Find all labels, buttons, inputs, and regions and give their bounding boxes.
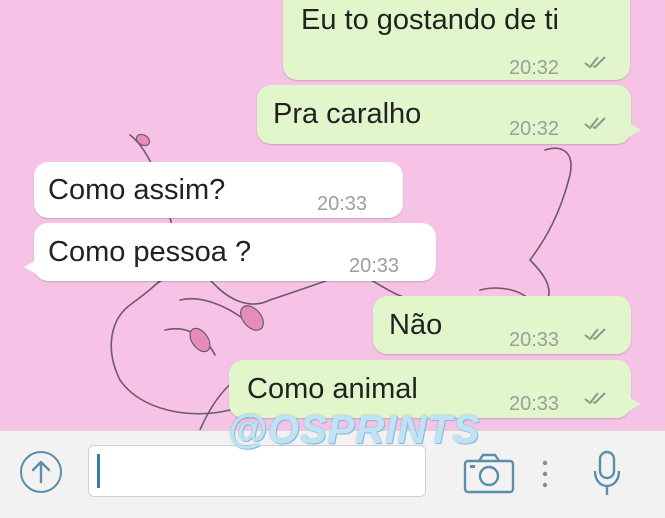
upload-button[interactable] — [20, 451, 62, 493]
bubble-tail — [627, 396, 641, 412]
message-text: Como assim? — [48, 174, 226, 206]
message-timestamp: 20:33 — [509, 393, 560, 415]
message-text: Não — [389, 309, 443, 341]
message-bubble-outgoing[interactable]: Pra caralho 20:32 — [257, 85, 641, 144]
message-timestamp: 20:32 — [509, 57, 560, 79]
message-bubble-incoming[interactable]: Como assim? 20:33 — [34, 162, 403, 218]
message-text: Pra caralho — [273, 98, 422, 130]
microphone-icon[interactable] — [592, 449, 622, 499]
message-timestamp: 20:33 — [317, 193, 368, 215]
read-receipt-icon — [584, 56, 606, 69]
message-timestamp: 20:33 — [349, 255, 400, 277]
message-bubble-outgoing[interactable]: Eu to gostando de ti 20:32 — [283, 0, 630, 80]
bubble-tail — [24, 259, 38, 275]
bubble-tail — [627, 122, 641, 138]
message-timestamp: 20:32 — [509, 118, 560, 140]
read-receipt-icon — [584, 328, 606, 341]
message-bubble-incoming[interactable]: Como pessoa ? 20:33 — [24, 223, 436, 281]
vertical-dots-icon[interactable] — [541, 459, 549, 489]
read-receipt-icon — [584, 392, 606, 405]
message-text: Como pessoa ? — [48, 236, 252, 268]
message-text: Como animal — [247, 373, 418, 405]
message-text: Eu to gostando de ti — [301, 4, 559, 36]
watermark-logo: @OSPRINTS — [228, 408, 481, 452]
message-bubble-outgoing[interactable]: Não 20:33 — [373, 296, 631, 354]
camera-icon[interactable] — [462, 451, 516, 495]
text-cursor — [97, 454, 100, 488]
message-timestamp: 20:33 — [509, 329, 560, 351]
arrow-up-icon — [31, 460, 51, 484]
read-receipt-icon — [584, 117, 606, 130]
